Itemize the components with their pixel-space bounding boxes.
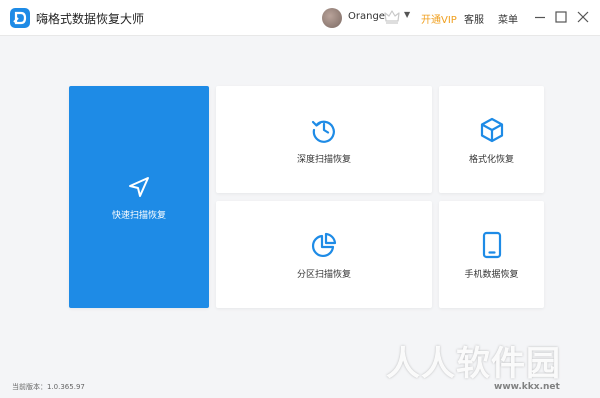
quick-scan-label: 快速扫描恢复 [111, 211, 166, 221]
app-logo-icon [10, 8, 30, 28]
app-title: 嗨格式数据恢复大师 [36, 12, 145, 26]
user-name[interactable]: Orange [348, 11, 385, 22]
maximize-icon[interactable] [553, 9, 569, 25]
format-recovery-card[interactable]: 格式化恢复 [439, 86, 544, 193]
quick-scan-card[interactable]: 快速扫描恢复 [69, 86, 209, 308]
title-bar: 嗨格式数据恢复大师 Orange ▼ 开通VIP 客服 菜单 [0, 0, 600, 36]
open-vip-link[interactable]: 开通VIP [421, 11, 457, 26]
watermark-url: www.kkx.net [494, 382, 560, 392]
format-recovery-label: 格式化恢复 [468, 155, 514, 165]
cube-icon [480, 117, 503, 143]
crown-icon [384, 10, 400, 24]
phone-recovery-label: 手机数据恢复 [464, 270, 519, 280]
avatar[interactable] [322, 8, 342, 28]
customer-service-link[interactable]: 客服 [464, 11, 484, 26]
user-dropdown-caret-icon[interactable]: ▼ [404, 10, 410, 19]
navigation-arrow-icon [129, 177, 149, 197]
pie-chart-icon [311, 232, 337, 258]
deep-scan-label: 深度扫描恢复 [296, 155, 351, 165]
menu-link[interactable]: 菜单 [498, 11, 518, 26]
phone-icon [482, 231, 501, 259]
watermark-text: 人人软件园 [386, 344, 561, 384]
phone-recovery-card[interactable]: 手机数据恢复 [439, 201, 544, 308]
partition-scan-label: 分区扫描恢复 [296, 270, 351, 280]
minimize-icon[interactable] [532, 9, 548, 25]
close-icon[interactable] [575, 9, 591, 25]
history-clock-icon [311, 120, 335, 143]
version-label: 当前版本：1.0.365.97 [12, 383, 85, 391]
partition-scan-card[interactable]: 分区扫描恢复 [216, 201, 432, 308]
deep-scan-card[interactable]: 深度扫描恢复 [216, 86, 432, 193]
